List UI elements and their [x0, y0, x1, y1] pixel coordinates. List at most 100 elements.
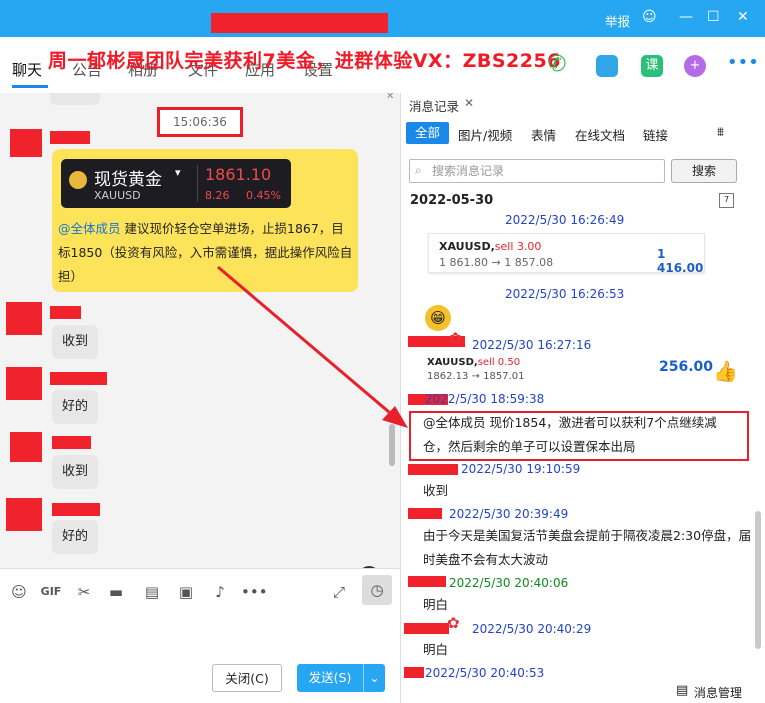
panel-close-icon[interactable]: ✕ — [464, 96, 474, 110]
add-icon[interactable]: + — [684, 55, 706, 77]
gold-price: 1861.10 — [205, 165, 272, 184]
chat-scrollbar[interactable] — [389, 424, 395, 466]
tab-docs[interactable]: 在线文档 — [575, 125, 625, 144]
minimize-icon[interactable]: — — [679, 9, 693, 25]
filter-icon[interactable]: ⩩ — [717, 125, 724, 140]
redacted-name — [408, 508, 442, 519]
send-button[interactable]: 发送(S) — [297, 664, 363, 692]
pinned-message-text: @全体成员 建议现价轻仓空单进场，止损1867，目标1850（投资有风险，入市需… — [58, 221, 353, 284]
manage-icon[interactable]: ▤ — [676, 683, 688, 698]
redacted-name — [404, 667, 424, 678]
gold-pct: 0.45% — [246, 189, 281, 202]
message-time: 2022/5/30 16:26:49 — [505, 213, 625, 227]
chat-timestamp: 15:06:36 — [157, 107, 243, 137]
gold-quote-card[interactable]: 现货黄金 ▾ XAUUSD 1861.10 8.26 0.45% — [61, 159, 291, 208]
tab-media[interactable]: 图片/视频 — [458, 125, 512, 144]
redacted-title — [211, 13, 388, 33]
image-icon[interactable]: ▣ — [177, 583, 195, 601]
redacted-name — [408, 576, 446, 587]
close-icon[interactable]: ✕ — [737, 9, 749, 25]
history-message: 明白 — [423, 597, 449, 612]
card-symbol: XAUUSD,sell 3.00 — [439, 240, 542, 253]
message-time: 2022/5/30 19:10:59 — [461, 462, 581, 476]
bell-icon[interactable]: ♪ — [211, 583, 229, 601]
feedback-icon[interactable]: ☺ — [642, 9, 657, 25]
thumbs-up-icon: 👍 — [713, 359, 738, 383]
date-header: 2022-05-30 — [410, 193, 494, 208]
message-time: 2022/5/30 20:40:53 — [425, 666, 545, 680]
message-time: 2022/5/30 16:26:53 — [505, 287, 625, 301]
maximize-icon[interactable]: ☐ — [707, 9, 720, 25]
search-button[interactable]: 搜索 — [671, 159, 737, 183]
gold-name: 现货黄金 — [94, 170, 162, 190]
gold-coin-icon — [69, 171, 87, 189]
avatar — [6, 302, 42, 335]
grin-emoji-icon: 😁 — [425, 305, 451, 331]
send-options-icon[interactable]: ⌄ — [363, 664, 385, 692]
tab-stickers[interactable]: 表情 — [531, 125, 556, 144]
history-message: 明白 — [423, 642, 449, 657]
sender-name — [52, 503, 100, 516]
sender-name — [50, 306, 81, 319]
trade-card-2[interactable]: XAUUSD,sell 0.50 1862.13 → 1857.01 256.0… — [427, 355, 713, 385]
manage-messages-link[interactable]: 消息管理 — [694, 684, 742, 701]
card-symbol: XAUUSD,sell 0.50 — [427, 357, 521, 368]
message-bubble: 收到 — [52, 325, 99, 359]
sender-name — [52, 436, 91, 449]
avatar — [10, 432, 42, 462]
redacted-name — [408, 464, 458, 475]
dropdown-icon: ▾ — [175, 166, 181, 179]
tab-links[interactable]: 链接 — [643, 125, 668, 144]
call-icon[interactable]: ✆ — [548, 52, 570, 77]
message-time: 2022/5/30 20:39:49 — [449, 507, 569, 521]
message-bubble: 收到 — [52, 455, 99, 489]
prev-bubble — [50, 93, 100, 105]
emoji-icon[interactable]: ☺ — [10, 583, 28, 601]
tab-chat[interactable]: 聊天 — [12, 59, 42, 80]
message-time: 2022/5/30 18:59:38 — [425, 392, 545, 406]
highlight-message: @全体成员 现价1854，激进者可以获利7个点继续减仓，然后剩余的单子可以设置保… — [423, 415, 717, 454]
history-icon[interactable]: ◷ — [362, 575, 392, 605]
tab-all[interactable]: 全部 — [406, 122, 450, 144]
pinned-message: 现货黄金 ▾ XAUUSD 1861.10 8.26 0.45% @全体成员 建… — [52, 149, 358, 292]
sender-name — [50, 372, 107, 385]
gold-symbol: XAUUSD — [94, 189, 141, 202]
history-scrollbar[interactable] — [755, 511, 761, 649]
report-button[interactable]: 举报 — [605, 11, 630, 30]
search-icon: ⌕ — [415, 163, 422, 177]
card-profit: 1 416.00 — [657, 247, 704, 275]
divider — [197, 165, 198, 202]
document-icon[interactable]: ▤ — [143, 583, 161, 601]
rose-icon: ✿ — [447, 614, 460, 632]
message-time: 2022/5/30 16:27:16 — [472, 338, 592, 352]
class-icon[interactable]: 课 — [641, 55, 663, 77]
scissors-icon[interactable]: ✂ — [75, 583, 93, 601]
share-screen-icon[interactable] — [596, 55, 618, 77]
input-area: ☺ GIF ✂ ▬ ▤ ▣ ♪ ••• ⤢ ◷ 关闭(C) 发送(S) ⌄ — [0, 568, 400, 703]
folder-icon[interactable]: ▬ — [107, 583, 125, 601]
sender-name — [50, 131, 90, 144]
close-button[interactable]: 关闭(C) — [212, 664, 282, 692]
trade-card[interactable]: XAUUSD,sell 3.00 1 861.80 → 1 857.08 1 4… — [428, 233, 705, 275]
tab-underline — [12, 85, 48, 88]
gif-icon[interactable]: GIF — [40, 585, 62, 603]
calendar-icon[interactable]: 7 — [719, 193, 734, 208]
card-range: 1862.13 → 1857.01 — [427, 371, 525, 382]
history-message: 由于今天是美国复活节美盘会提前于隔夜凌晨2:30停盘，届时美盘不会有太大波动 — [423, 528, 752, 567]
avatar — [6, 367, 42, 400]
card-range: 1 861.80 → 1 857.08 — [439, 256, 554, 269]
gold-change: 8.26 — [205, 189, 230, 202]
rose-icon: ✿ — [449, 329, 462, 347]
avatar — [6, 498, 42, 531]
chat-close-icon[interactable]: ✕ — [386, 93, 394, 102]
message-bubble: 好的 — [52, 520, 99, 554]
title-bar: 举报 ☺ — ☐ ✕ — [0, 0, 765, 37]
history-message: 收到 — [423, 483, 449, 498]
search-input[interactable]: 搜索消息记录 — [409, 159, 665, 183]
chat-area[interactable]: ✕ 15:06:36 现货黄金 ▾ XAUUSD 1861.10 8.26 0.… — [0, 93, 400, 568]
more-tools-icon[interactable]: ••• — [241, 583, 268, 601]
redacted-name — [404, 623, 449, 634]
expand-icon[interactable]: ⤢ — [330, 583, 348, 601]
more-icon[interactable]: ••• — [727, 52, 759, 74]
card-profit: 256.00 — [659, 359, 714, 375]
